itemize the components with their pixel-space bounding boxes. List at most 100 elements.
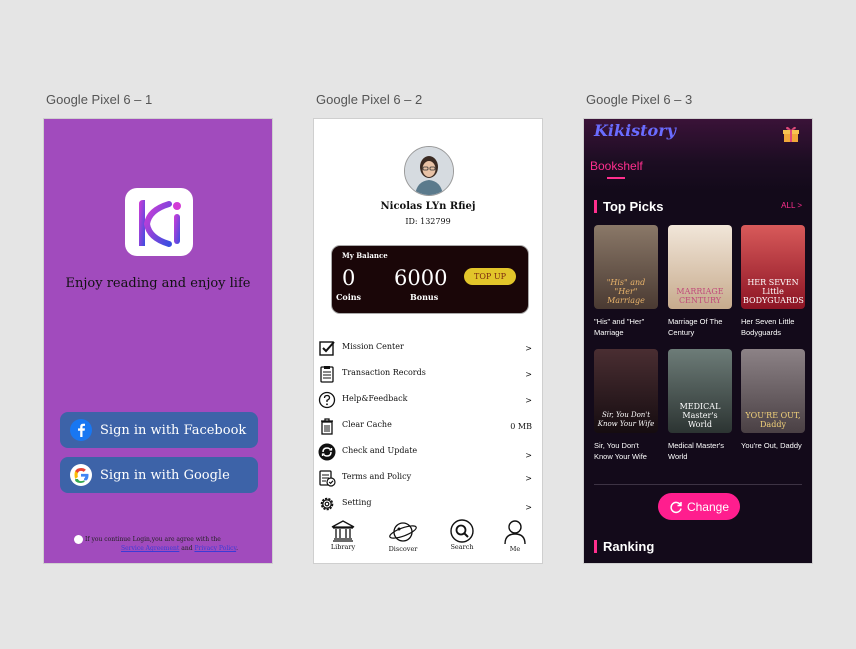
book-title: Medical Master's World: [668, 441, 725, 461]
menu-chevron: >: [525, 344, 532, 353]
book-card[interactable]: HER SEVEN Little BODYGUARDS Her Seven Li…: [741, 225, 805, 338]
bonus-label: Bonus: [410, 292, 439, 302]
menu-label: Transaction Records: [342, 368, 426, 377]
book-cover: MARRIAGE CENTURY: [668, 225, 732, 309]
bookshelf-screen: Kikistory Bookshelf Top Picks ALL > "His…: [583, 118, 813, 564]
menu-transaction-records[interactable]: Transaction Records >: [318, 365, 532, 387]
tab-indicator: [607, 177, 625, 179]
menu-label: Clear Cache: [342, 420, 392, 429]
nav-label: Search: [450, 543, 474, 551]
frame-label-1: Google Pixel 6 – 1: [46, 92, 153, 107]
trash-icon: [321, 418, 333, 435]
tab-bookshelf[interactable]: Bookshelf: [590, 159, 643, 173]
menu-label: Terms and Policy: [342, 472, 412, 481]
cover-text: Sir, You Don't Know Your Wife: [597, 411, 655, 428]
top-picks-title: Top Picks: [594, 200, 663, 213]
bottom-nav: Library Discover Search Me: [314, 519, 542, 563]
google-icon: [70, 464, 92, 486]
change-button[interactable]: Change: [658, 493, 740, 520]
book-title: Marriage Of The Century: [668, 317, 723, 337]
change-label: Change: [686, 499, 730, 514]
facebook-signin-label: Sign in with Facebook: [100, 422, 247, 438]
menu-chevron: >: [525, 370, 532, 379]
nav-discover[interactable]: Discover: [383, 519, 423, 553]
nav-library[interactable]: Library: [323, 519, 363, 551]
menu-clear-cache[interactable]: Clear Cache 0 MB: [318, 417, 532, 439]
book-card[interactable]: MARRIAGE CENTURY Marriage Of The Century: [668, 225, 732, 338]
user-name: Nicolas LYn Rfiej: [380, 201, 476, 212]
top-up-button[interactable]: TOP UP: [464, 268, 516, 285]
cover-text: "His" and "Her" Marriage: [606, 278, 646, 305]
service-agreement-link[interactable]: Service Agreement: [121, 545, 179, 552]
checkbox-icon: [319, 341, 335, 356]
and-text: and: [181, 545, 193, 552]
book-card[interactable]: MEDICAL Master's World Medical Master's …: [668, 349, 732, 462]
library-icon: [331, 520, 355, 542]
question-icon: [318, 391, 336, 409]
book-card[interactable]: "His" and "Her" Marriage "His" and "Her"…: [594, 225, 658, 338]
login-screen: Enjoy reading and enjoy life Sign in wit…: [43, 118, 273, 564]
coins-value: 0: [342, 266, 356, 290]
cover-text: MEDICAL Master's World: [679, 402, 721, 429]
google-signin-button[interactable]: Sign in with Google: [60, 457, 258, 493]
app-logo: [125, 188, 193, 256]
agree-radio[interactable]: [74, 535, 83, 544]
book-card[interactable]: YOU'RE OUT, Daddy You're Out, Daddy: [741, 349, 805, 451]
tagline: Enjoy reading and enjoy life: [65, 276, 251, 291]
ranking-title: Ranking: [594, 540, 654, 553]
menu-terms-policy[interactable]: Terms and Policy >: [318, 469, 532, 491]
coins-label: Coins: [336, 292, 362, 302]
planet-icon: [389, 522, 417, 542]
menu-mission-center[interactable]: Mission Center >: [318, 339, 532, 361]
balance-label: My Balance: [342, 251, 388, 260]
document-check-icon: [319, 470, 336, 487]
cache-size: 0 MB: [510, 422, 532, 431]
menu-check-update[interactable]: Check and Update >: [318, 443, 532, 465]
menu-label: Mission Center: [342, 342, 404, 351]
frame-label-3: Google Pixel 6 – 3: [586, 92, 693, 107]
search-icon: [450, 519, 474, 543]
person-icon: [504, 520, 526, 545]
balance-card: My Balance 0 Coins 6000 Bonus TOP UP: [331, 245, 529, 314]
book-title: Her Seven Little Bodyguards: [741, 317, 795, 337]
refresh-icon: [670, 501, 682, 513]
all-link[interactable]: ALL >: [781, 201, 802, 210]
book-title: Sir, You Don't Know Your Wife: [594, 441, 647, 461]
gift-icon[interactable]: [782, 125, 800, 143]
frame-label-2: Google Pixel 6 – 2: [316, 92, 423, 107]
book-card[interactable]: Sir, You Don't Know Your Wife Sir, You D…: [594, 349, 658, 462]
nav-me[interactable]: Me: [495, 519, 535, 553]
book-title: You're Out, Daddy: [741, 441, 802, 450]
menu-chevron: >: [525, 451, 532, 460]
clipboard-icon: [320, 366, 334, 383]
google-signin-label: Sign in with Google: [100, 467, 230, 483]
privacy-policy-link[interactable]: Privacy Policy: [194, 545, 236, 552]
user-id: ID: 132799: [405, 217, 451, 226]
agreement-text: If you continue Login,you are agree with…: [85, 536, 221, 543]
menu-chevron: >: [525, 396, 532, 405]
facebook-signin-button[interactable]: Sign in with Facebook: [60, 412, 258, 448]
nav-label: Discover: [388, 545, 418, 553]
book-cover: HER SEVEN Little BODYGUARDS: [741, 225, 805, 309]
cover-text: HER SEVEN Little BODYGUARDS: [743, 278, 804, 305]
menu-chevron: >: [525, 474, 532, 483]
bonus-value: 6000: [394, 266, 448, 290]
cover-text: MARRIAGE CENTURY: [676, 287, 724, 305]
nav-search[interactable]: Search: [442, 519, 482, 551]
avatar[interactable]: [404, 146, 454, 196]
gear-icon: [320, 497, 334, 511]
brand-logo: Kikistory: [594, 121, 676, 140]
profile-screen: Nicolas LYn Rfiej ID: 132799 My Balance …: [313, 118, 543, 564]
book-cover: MEDICAL Master's World: [668, 349, 732, 433]
period-text: .: [236, 545, 239, 552]
nav-label: Library: [330, 543, 356, 551]
book-cover: Sir, You Don't Know Your Wife: [594, 349, 658, 433]
cover-text: YOU'RE OUT, Daddy: [745, 411, 801, 429]
menu-label: Check and Update: [342, 446, 418, 455]
menu-help-feedback[interactable]: Help&Feedback >: [318, 391, 532, 413]
divider: [594, 484, 802, 485]
menu-setting[interactable]: Setting >: [318, 495, 532, 517]
agreement-notice: If you continue Login,you are agree with…: [74, 535, 262, 553]
nav-label: Me: [509, 545, 521, 553]
menu-chevron: >: [525, 503, 532, 512]
